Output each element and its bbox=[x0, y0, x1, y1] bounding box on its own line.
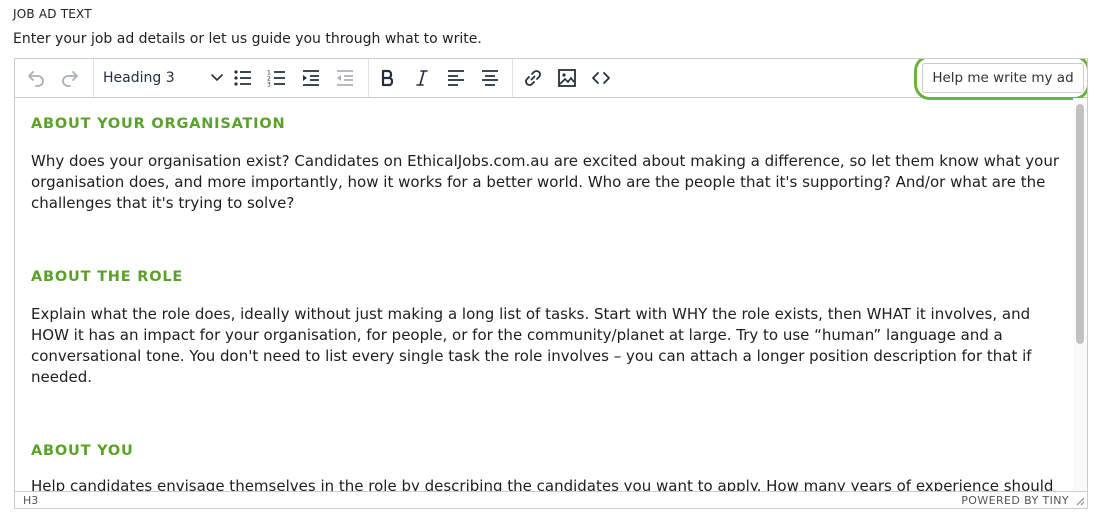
powered-by-link[interactable]: POWERED BY TINY bbox=[961, 494, 1069, 507]
source-code-button[interactable] bbox=[586, 64, 616, 92]
align-left-button[interactable] bbox=[441, 64, 471, 92]
section-body: Explain what the role does, ideally with… bbox=[31, 305, 1032, 386]
section-body: Why does your organisation exist? Candid… bbox=[31, 152, 1060, 212]
editor-toolbar: Heading 3 123 Help me write my ad bbox=[15, 59, 1087, 100]
bold-icon bbox=[381, 69, 394, 87]
help-me-write-button[interactable]: Help me write my ad bbox=[922, 63, 1084, 93]
undo-button[interactable] bbox=[21, 64, 51, 92]
field-label: JOB AD TEXT bbox=[13, 7, 92, 21]
indent-button[interactable] bbox=[296, 64, 326, 92]
section-heading: ABOUT YOU bbox=[31, 443, 134, 459]
redo-button[interactable] bbox=[55, 64, 85, 92]
toolbar-divider bbox=[368, 59, 369, 97]
editor-scrollbar[interactable] bbox=[1073, 98, 1087, 491]
editor-content[interactable]: ABOUT YOUR ORGANISATION Why does your or… bbox=[15, 98, 1073, 491]
element-path[interactable]: H3 bbox=[23, 494, 38, 507]
toolbar-divider bbox=[93, 59, 94, 97]
indent-icon bbox=[303, 70, 319, 86]
image-icon bbox=[558, 69, 576, 87]
outdent-icon bbox=[337, 70, 353, 86]
undo-icon bbox=[28, 71, 44, 87]
code-icon bbox=[592, 72, 610, 84]
bold-button[interactable] bbox=[373, 64, 403, 92]
italic-button[interactable] bbox=[407, 64, 437, 92]
image-button[interactable] bbox=[552, 64, 582, 92]
link-icon bbox=[525, 70, 541, 86]
block-format-select[interactable]: Heading 3 bbox=[95, 64, 229, 92]
field-hint: Enter your job ad details or let us guid… bbox=[13, 31, 482, 47]
block-format-value: Heading 3 bbox=[103, 70, 175, 86]
resize-handle-icon[interactable] bbox=[1075, 496, 1085, 506]
svg-text:3: 3 bbox=[267, 82, 271, 88]
align-center-button[interactable] bbox=[475, 64, 505, 92]
bullet-list-icon bbox=[234, 70, 251, 86]
section-heading: ABOUT THE ROLE bbox=[31, 269, 184, 285]
numbered-list-button[interactable]: 123 bbox=[262, 64, 292, 92]
section-heading: ABOUT YOUR ORGANISATION bbox=[31, 116, 286, 132]
chevron-down-icon bbox=[211, 74, 223, 82]
italic-icon bbox=[416, 70, 428, 86]
align-center-icon bbox=[482, 70, 498, 86]
bullet-list-button[interactable] bbox=[228, 64, 258, 92]
toolbar-divider bbox=[512, 59, 513, 97]
editor-statusbar: H3 POWERED BY TINY bbox=[15, 491, 1087, 508]
outdent-button[interactable] bbox=[330, 64, 360, 92]
rich-text-editor[interactable]: Heading 3 123 Help me write my ad ABOUT … bbox=[14, 58, 1088, 509]
scrollbar-thumb[interactable] bbox=[1076, 104, 1084, 344]
align-left-icon bbox=[448, 70, 464, 86]
section-body: Help candidates envisage themselves in t… bbox=[31, 477, 1054, 491]
redo-icon bbox=[62, 71, 78, 87]
numbered-list-icon: 123 bbox=[267, 70, 285, 88]
link-button[interactable] bbox=[518, 64, 548, 92]
